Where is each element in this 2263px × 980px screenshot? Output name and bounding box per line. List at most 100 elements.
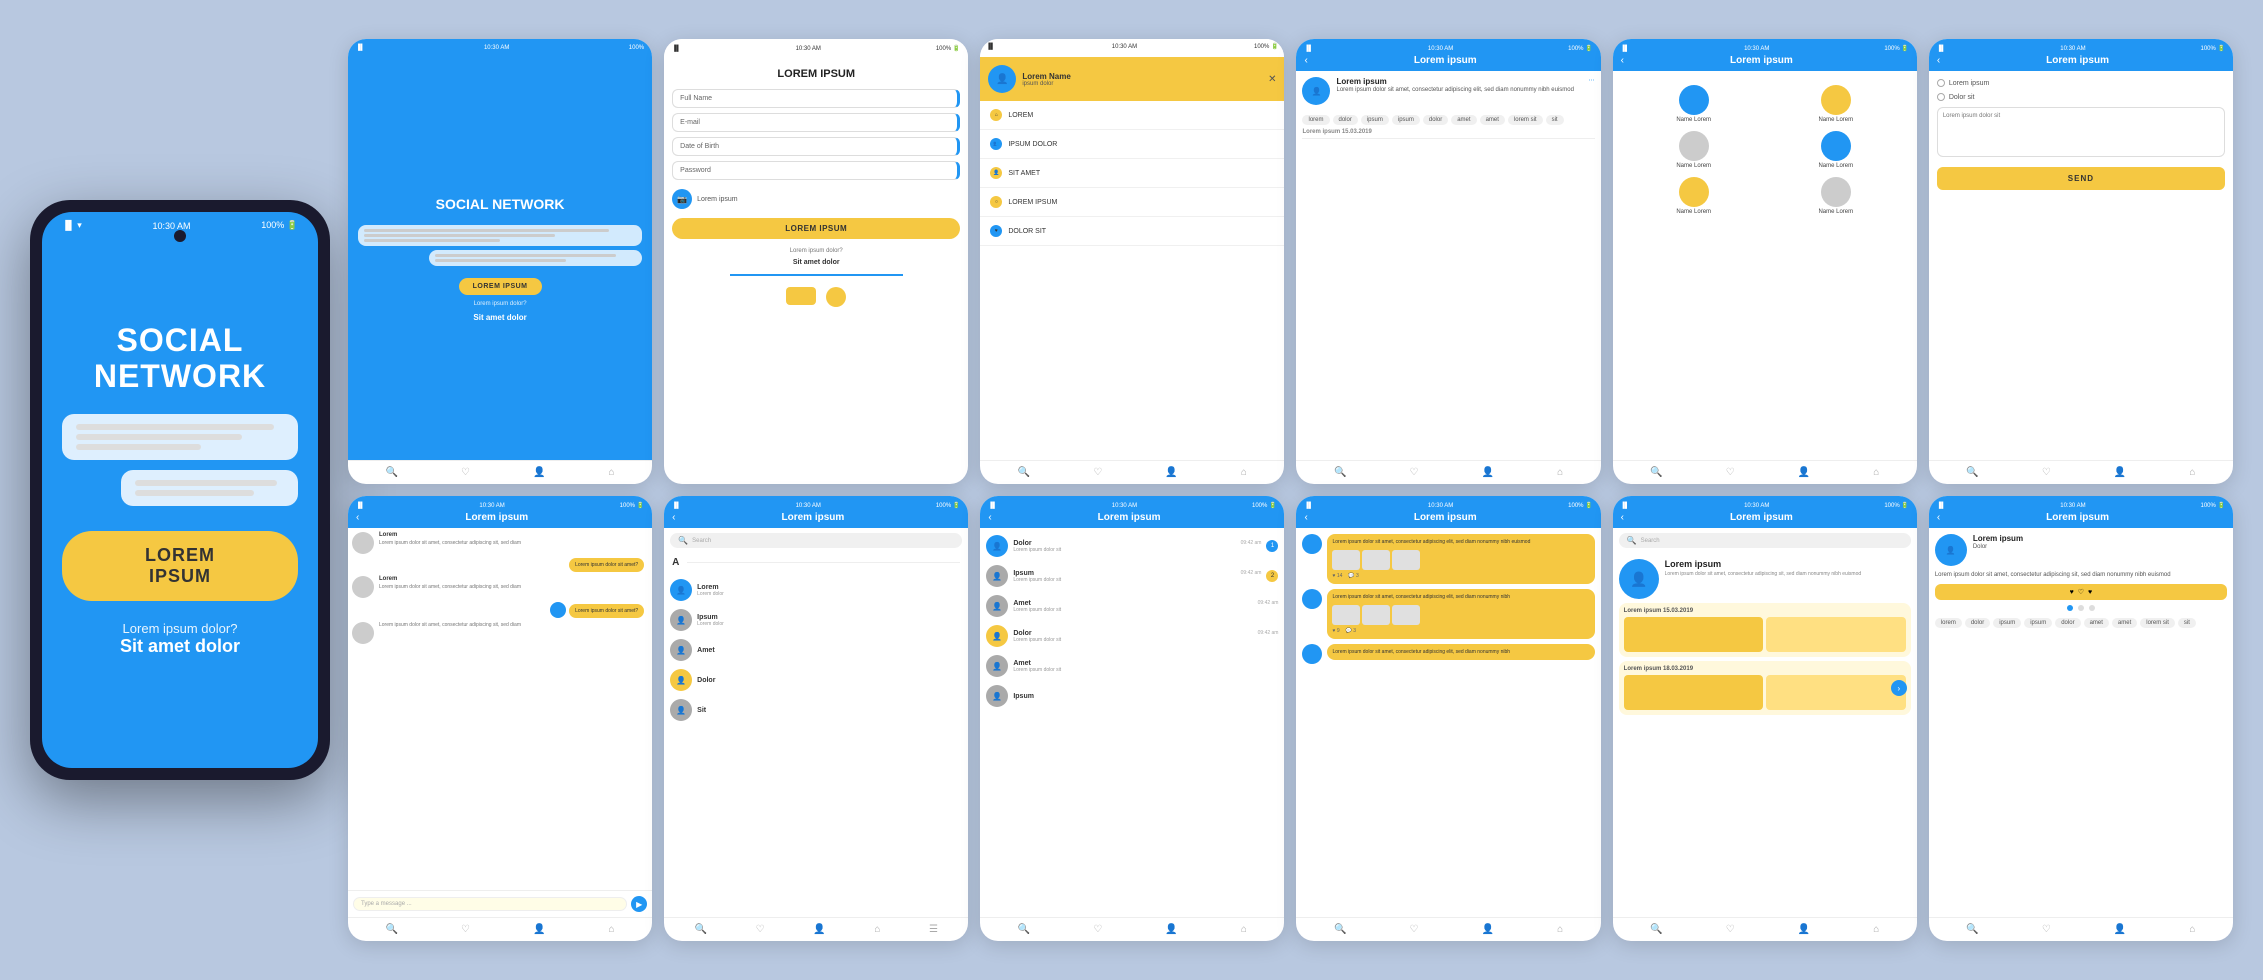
s5-nav-user[interactable]: 👤 [1798,467,1810,478]
s6-radio-2[interactable]: Dolor sit [1937,93,2225,101]
s3-nav-search[interactable]: 🔍 [1018,467,1030,478]
contact-6[interactable]: Name Lorem [1769,177,1903,215]
s10-back-button[interactable]: ‹ [1304,512,1307,523]
s6-radio-1[interactable]: Lorem ipsum [1937,79,2225,87]
s5-back-button[interactable]: ‹ [1621,55,1624,66]
s11-search-bar[interactable]: 🔍 Search [1619,533,1911,548]
s5-nav-search[interactable]: 🔍 [1650,467,1662,478]
s1-cta-button[interactable]: LOREM IPSUM [459,278,542,295]
s9-nav-search[interactable]: 🔍 [1018,924,1030,935]
s7-message-input[interactable]: Type a message ... [353,897,627,911]
s2-email-input[interactable]: E-mail [672,113,960,132]
nav-heart-icon[interactable]: ♡ [461,467,470,478]
msg-ipsum[interactable]: 👤 Ipsum 09:42 am Lorem ipsum dolor sit 2 [984,562,1280,590]
nav-search-icon[interactable]: 🔍 [386,467,398,478]
notif-3-card[interactable]: Lorem ipsum dolor sit amet, consectetur … [1327,644,1594,660]
s12-nav-search[interactable]: 🔍 [1966,924,1978,935]
s4-nav-heart[interactable]: ♡ [1410,467,1419,478]
s10-nav-user[interactable]: 👤 [1482,924,1494,935]
s9-back-button[interactable]: ‹ [988,512,991,523]
s4-nav-home[interactable]: ⌂ [1557,467,1563,478]
s7-nav-user[interactable]: 👤 [533,924,545,935]
s12-nav-heart[interactable]: ♡ [2042,924,2051,935]
s10-nav-home[interactable]: ⌂ [1557,924,1563,935]
s12-nav-user[interactable]: 👤 [2114,924,2126,935]
s7-nav-home[interactable]: ⌂ [609,924,615,935]
s11-nav-home[interactable]: ⌂ [1873,924,1879,935]
friend-amet[interactable]: 👤 Amet [668,636,964,664]
menu-item-4[interactable]: ○ LOREM IPSUM [980,188,1284,217]
s11-nav-search[interactable]: 🔍 [1650,924,1662,935]
s11-nav-heart[interactable]: ♡ [1726,924,1735,935]
s7-back-button[interactable]: ‹ [356,512,359,523]
radio-1-dot[interactable] [1937,79,1945,87]
contact-2[interactable]: Name Lorem [1769,85,1903,123]
friend-ipsum[interactable]: 👤 Ipsum Lorem dolor [668,606,964,634]
s10-nav-heart[interactable]: ♡ [1410,924,1419,935]
s2-fullname-input[interactable]: Full Name [672,89,960,108]
close-button[interactable]: ✕ [1268,74,1276,85]
s7-send-button[interactable]: ▶ [631,896,647,912]
s10-nav-search[interactable]: 🔍 [1334,924,1346,935]
msg-amet[interactable]: 👤 Amet 09:42 am Lorem ipsum dolor sit [984,592,1280,620]
s11-post-card-1[interactable]: Lorem ipsum 15.03.2019 [1619,603,1911,657]
contact-4[interactable]: Name Lorem [1769,131,1903,169]
s11-next-arrow[interactable]: › [1891,680,1907,696]
menu-item-1[interactable]: ⌂ LOREM [980,101,1284,130]
friend-lorem[interactable]: 👤 Lorem Lorem dolor [668,576,964,604]
notif-2-card[interactable]: Lorem ipsum dolor sit amet, consectetur … [1327,589,1594,639]
s5-nav-heart[interactable]: ♡ [1726,467,1735,478]
s8-nav-heart[interactable]: ♡ [756,924,765,935]
radio-2-dot[interactable] [1937,93,1945,101]
s11-back-button[interactable]: ‹ [1621,512,1624,523]
s6-nav-home[interactable]: ⌂ [2189,467,2195,478]
s9-nav-user[interactable]: 👤 [1165,924,1177,935]
notif-1-card[interactable]: Lorem ipsum dolor sit amet, consectetur … [1327,534,1594,584]
msg-dolor2[interactable]: 👤 Dolor 09:42 am Lorem ipsum dolor sit [984,622,1280,650]
msg-dolor[interactable]: 👤 Dolor 09:42 am Lorem ipsum dolor sit 1 [984,532,1280,560]
s3-nav-home[interactable]: ⌂ [1241,467,1247,478]
nav-user-icon[interactable]: 👤 [533,467,545,478]
s6-send-button[interactable]: SEND [1937,167,2225,190]
s5-nav-home[interactable]: ⌂ [1873,467,1879,478]
s8-back-button[interactable]: ‹ [672,512,675,523]
menu-item-3[interactable]: 👤 SIT AMET [980,159,1284,188]
s4-back-button[interactable]: ‹ [1304,55,1307,66]
s12-back-button[interactable]: ‹ [1937,512,1940,523]
friend-sit[interactable]: 👤 Sit [668,696,964,724]
s6-textarea[interactable]: Lorem ipsum dolor sit [1937,107,2225,157]
s3-nav-user[interactable]: 👤 [1165,467,1177,478]
contact-3[interactable]: Name Lorem [1627,131,1761,169]
s4-nav-search[interactable]: 🔍 [1334,467,1346,478]
msg-ipsum2[interactable]: 👤 Ipsum [984,682,1280,710]
main-cta-button[interactable]: LOREM IPSUM [62,531,298,601]
s4-nav-user[interactable]: 👤 [1482,467,1494,478]
s6-nav-user[interactable]: 👤 [2114,467,2126,478]
s8-nav-user[interactable]: 👤 [813,924,825,935]
menu-item-2[interactable]: 👥 IPSUM DOLOR [980,130,1284,159]
s6-back-button[interactable]: ‹ [1937,55,1940,66]
s2-dob-input[interactable]: Date of Birth [672,137,960,156]
s6-nav-search[interactable]: 🔍 [1966,467,1978,478]
s6-nav-heart[interactable]: ♡ [2042,467,2051,478]
nav-home-icon[interactable]: ⌂ [609,467,615,478]
s9-nav-heart[interactable]: ♡ [1093,924,1102,935]
s4-options-icon[interactable]: ⋯ [1589,77,1595,84]
friend-dolor[interactable]: 👤 Dolor [668,666,964,694]
s9-nav-home[interactable]: ⌂ [1241,924,1247,935]
s11-nav-user[interactable]: 👤 [1798,924,1810,935]
contact-1[interactable]: Name Lorem [1627,85,1761,123]
s8-nav-home[interactable]: ⌂ [874,924,880,935]
s8-search-bar[interactable]: 🔍 Search [670,533,962,548]
menu-item-5[interactable]: ♥ DOLOR SIT [980,217,1284,246]
contact-5[interactable]: Name Lorem [1627,177,1761,215]
s7-nav-heart[interactable]: ♡ [461,924,470,935]
s8-nav-search[interactable]: 🔍 [694,924,706,935]
s3-nav-heart[interactable]: ♡ [1093,467,1102,478]
s12-nav-home[interactable]: ⌂ [2189,924,2195,935]
s8-nav-menu[interactable]: ☰ [929,924,938,935]
s11-post-card-2[interactable]: Lorem ipsum 18.03.2019 › [1619,661,1911,715]
msg-amet2[interactable]: 👤 Amet Lorem ipsum dolor sit [984,652,1280,680]
s2-link-bold[interactable]: Sit amet dolor [672,259,960,266]
s7-nav-search[interactable]: 🔍 [386,924,398,935]
